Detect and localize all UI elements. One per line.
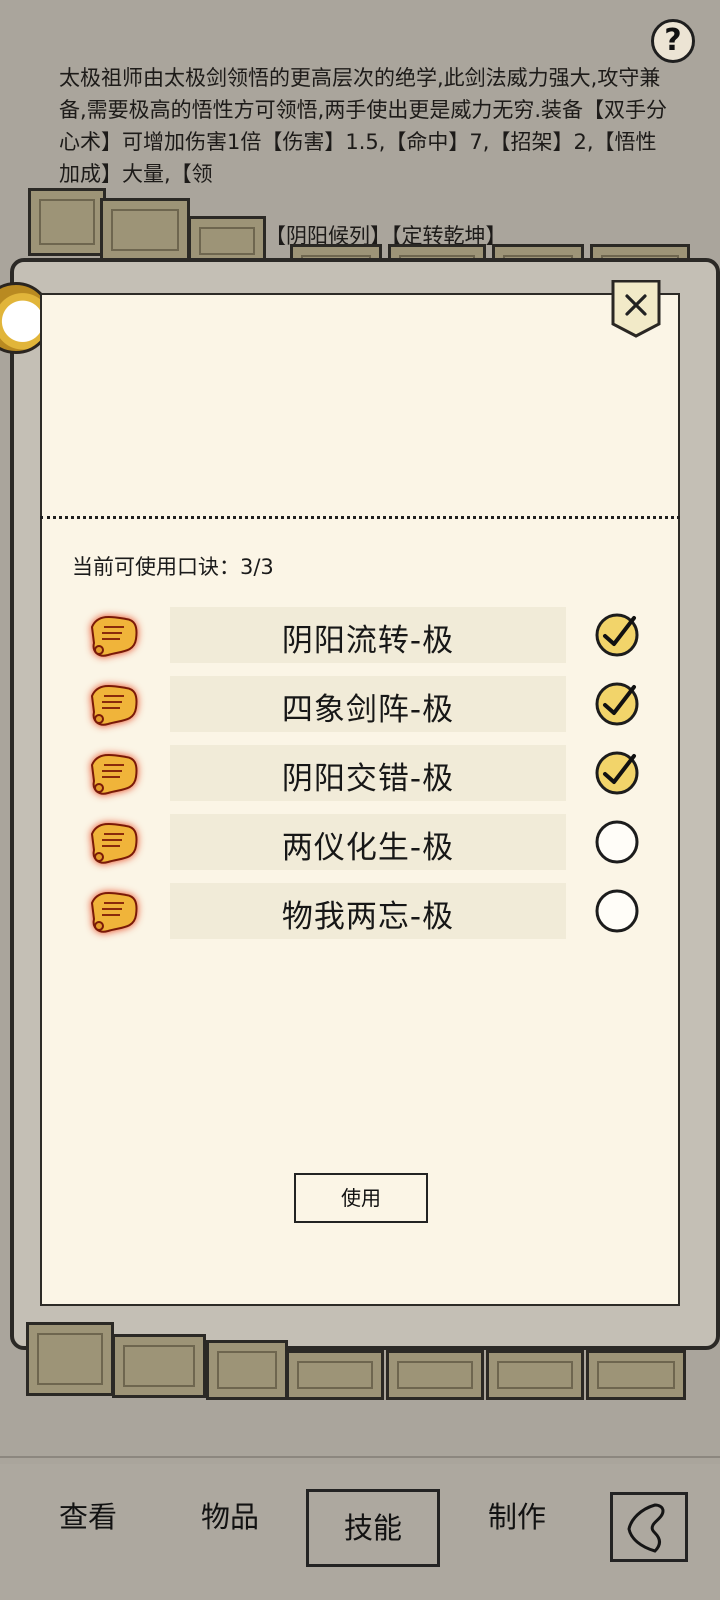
book-decoration xyxy=(586,1350,686,1400)
skill-item[interactable]: 四象剑阵-极 xyxy=(86,674,656,736)
back-button[interactable] xyxy=(610,1492,688,1562)
skill-name: 物我两忘-极 xyxy=(281,899,455,935)
book-decoration xyxy=(486,1350,584,1400)
check-icon[interactable] xyxy=(594,610,644,660)
scroll-icon xyxy=(86,747,144,799)
skill-name: 阴阳交错-极 xyxy=(281,761,455,797)
tab-crafting[interactable]: 制作 xyxy=(477,1486,557,1548)
footer-divider xyxy=(0,1456,720,1458)
help-button[interactable]: ? xyxy=(651,19,695,63)
back-arrow-icon xyxy=(627,1503,665,1553)
check-icon[interactable] xyxy=(594,748,644,798)
close-button[interactable] xyxy=(611,280,661,338)
use-button[interactable]: 使用 xyxy=(294,1173,428,1223)
tab-skills[interactable]: 技能 xyxy=(306,1489,440,1567)
skill-item[interactable]: 两仪化生-极 xyxy=(86,812,656,874)
question-mark-icon: ? xyxy=(664,23,682,58)
skill-label-box: 阴阳流转-极 xyxy=(170,607,566,663)
book-decoration xyxy=(206,1340,288,1400)
usable-count-label: 当前可使用口诀： xyxy=(72,555,240,579)
skill-name: 阴阳流转-极 xyxy=(281,623,455,659)
check-icon[interactable] xyxy=(594,679,644,729)
bottom-nav: 查看 物品 技能 制作 xyxy=(0,1464,720,1600)
divider xyxy=(40,516,680,519)
usable-count: 当前可使用口诀：3/3 xyxy=(72,551,274,581)
skill-item[interactable]: 物我两忘-极 xyxy=(86,881,656,943)
tab-view[interactable]: 查看 xyxy=(48,1486,128,1548)
skill-label-box: 物我两忘-极 xyxy=(170,883,566,939)
skill-description: 太极祖师由太极剑领悟的更高层次的绝学,此剑法威力强大,攻守兼备,需要极高的悟性方… xyxy=(59,66,668,186)
book-decoration xyxy=(112,1334,206,1398)
skill-name: 四象剑阵-极 xyxy=(281,692,455,728)
scroll-icon xyxy=(86,816,144,868)
empty-checkbox-icon[interactable] xyxy=(594,817,644,867)
close-icon xyxy=(611,280,661,338)
scroll-icon xyxy=(86,609,144,661)
skill-item[interactable]: 阴阳交错-极 xyxy=(86,743,656,805)
book-decoration xyxy=(100,198,190,262)
skill-label-box: 四象剑阵-极 xyxy=(170,676,566,732)
empty-checkbox-icon[interactable] xyxy=(594,886,644,936)
scroll-icon xyxy=(86,678,144,730)
skill-item[interactable]: 阴阳流转-极 xyxy=(86,605,656,667)
skill-name: 两仪化生-极 xyxy=(281,830,455,866)
scroll-icon xyxy=(86,885,144,937)
tab-items[interactable]: 物品 xyxy=(190,1486,270,1548)
book-decoration xyxy=(286,1350,384,1400)
usable-count-value: 3/3 xyxy=(240,555,274,579)
skill-label-box: 阴阳交错-极 xyxy=(170,745,566,801)
skill-label-box: 两仪化生-极 xyxy=(170,814,566,870)
book-decoration xyxy=(386,1350,484,1400)
book-decoration xyxy=(26,1322,114,1396)
book-decoration xyxy=(28,188,106,256)
